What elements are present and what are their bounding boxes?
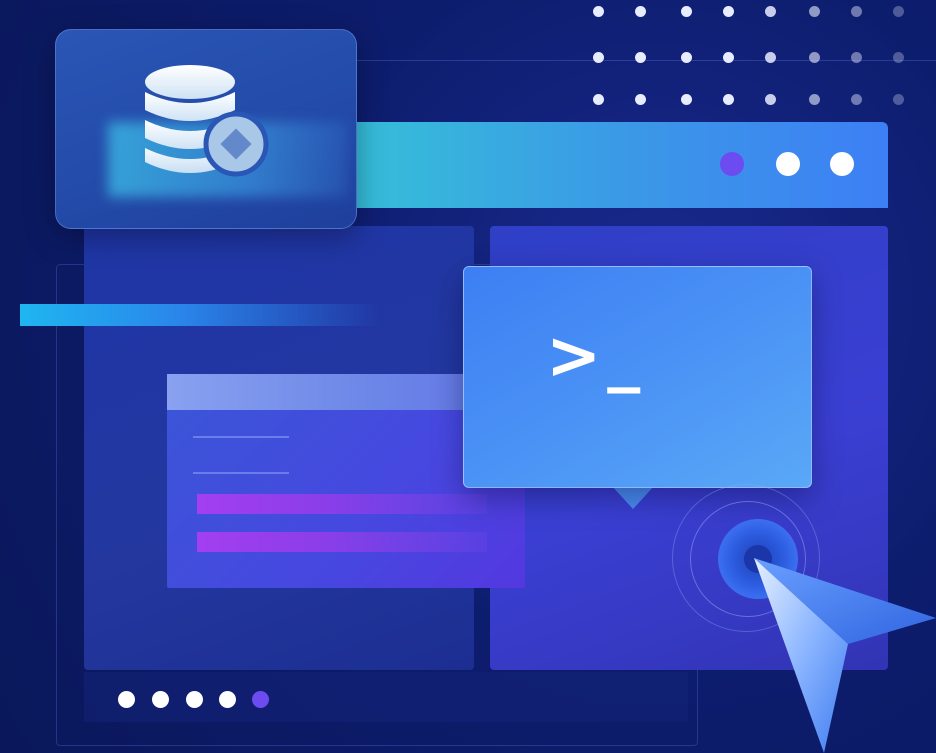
cursor-arrow-icon bbox=[754, 558, 936, 753]
dot-grid-decoration bbox=[593, 6, 933, 106]
pagination-dot-active bbox=[252, 691, 269, 708]
document-text-line bbox=[193, 436, 289, 438]
database-icon bbox=[145, 65, 269, 177]
terminal-tooltip: >_ bbox=[463, 266, 812, 488]
window-control-dot bbox=[720, 152, 744, 176]
terminal-tooltip-pointer bbox=[611, 485, 655, 509]
pagination-dot bbox=[118, 691, 135, 708]
terminal-prompt-icon: >_ bbox=[546, 317, 647, 394]
window-control-dot bbox=[830, 152, 854, 176]
document-text-line bbox=[193, 472, 289, 474]
pagination-dot bbox=[152, 691, 169, 708]
illustration-canvas: >_ bbox=[0, 0, 936, 753]
pagination-dot bbox=[219, 691, 236, 708]
window-title-bar bbox=[340, 122, 888, 208]
database-tooltip bbox=[55, 29, 357, 229]
document-highlight-bar bbox=[197, 532, 487, 552]
pagination-dot bbox=[186, 691, 203, 708]
bottom-strip bbox=[84, 672, 688, 722]
glow-bar-decoration bbox=[20, 304, 380, 326]
document-highlight-bar bbox=[197, 494, 487, 514]
window-control-dot bbox=[776, 152, 800, 176]
